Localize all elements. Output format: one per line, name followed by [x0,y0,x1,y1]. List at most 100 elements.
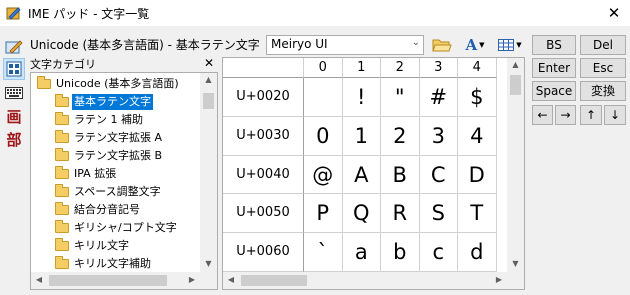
character-cell[interactable]: b [381,233,420,272]
scroll-right-arrow-icon[interactable]: ▶ [186,275,198,284]
character-cell[interactable]: A [342,155,381,195]
scroll-left-arrow-icon[interactable]: ◀ [225,275,237,284]
category-item[interactable]: 基本ラテン文字 [31,94,199,110]
character-cell[interactable]: $ [458,78,497,117]
character-grid: 0 1 2 3 4 U+0020! " # $ U+0030 0 1 2 3 4 U+0040 @ A B C D U+0… [222,57,525,290]
soft-keyboard-tool-button[interactable] [3,82,25,104]
charset-label: Unicode (基本多言語面) - 基本ラテン文字 [30,38,260,52]
handwriting-tool-button[interactable] [3,36,25,58]
category-vertical-scrollbar[interactable]: ▲ ▼ [200,73,217,272]
folder-icon [55,238,69,251]
category-item[interactable]: スペース調整文字 [31,184,199,200]
char-list-tool-button[interactable] [3,58,25,80]
font-select[interactable]: Meiryo UI ⌄ [266,35,424,55]
title-bar: IME パッド - 文字一覧 ✕ [0,0,630,26]
category-item[interactable]: 結合分音記号 [31,202,199,218]
scroll-down-arrow-icon[interactable]: ▼ [507,259,524,268]
view-options-button[interactable]: ▼ [495,35,525,55]
character-cell[interactable]: d [458,233,497,272]
character-cell[interactable]: C [419,155,458,195]
backspace-button[interactable]: BS [532,35,576,55]
scroll-thumb[interactable] [510,75,521,95]
character-cell[interactable]: R [381,194,420,234]
left-arrow-button[interactable]: ← [532,105,553,125]
category-item-label: キリル文字補助 [74,257,151,270]
radical-tool-button[interactable]: 部 [3,128,25,150]
stroke-count-tool-icon: 画 [6,107,22,126]
character-cell[interactable]: c [419,233,458,272]
character-cell[interactable]: T [458,194,497,234]
category-item-label: Unicode (基本多言語面) [56,77,179,90]
scroll-up-arrow-icon[interactable]: ▲ [200,75,217,84]
category-item[interactable]: Unicode (基本多言語面) [31,76,199,92]
down-arrow-button[interactable]: ↓ [604,105,626,125]
category-item-label: 結合分音記号 [74,203,140,216]
convert-button[interactable]: 変換 [580,81,626,101]
up-arrow-button[interactable]: ↑ [580,105,602,125]
folder-icon [55,148,69,161]
grid-corner [223,58,304,78]
scroll-thumb[interactable] [49,275,167,286]
folder-icon [55,130,69,143]
category-item[interactable]: IPA 拡張 [31,166,199,182]
category-close-button[interactable]: ✕ [203,56,215,71]
open-folder-button[interactable] [428,35,456,55]
character-cell[interactable]: Q [342,194,381,234]
chevron-down-icon: ▼ [516,41,522,49]
window-title: IME パッド - 文字一覧 [28,7,150,21]
category-horizontal-scrollbar[interactable]: ◀ ▶ [31,272,217,289]
character-cell[interactable]: D [458,155,497,195]
category-item-label: ラテン文字拡張 A [74,131,163,144]
category-item[interactable]: ラテン文字拡張 A [31,130,199,146]
grid-vertical-scrollbar[interactable]: ▲ ▼ [507,58,524,272]
character-cell[interactable]: 4 [458,116,497,156]
radical-tool-icon: 部 [6,130,22,149]
character-cell[interactable]: @ [304,155,343,195]
category-tree[interactable]: Unicode (基本多言語面) 基本ラテン文字ラテン 1 補助ラテン文字拡張 A… [30,72,218,290]
category-item-label: ラテン 1 補助 [74,113,143,126]
row-header: U+0050 [223,194,304,234]
space-button[interactable]: Space [532,81,576,101]
character-cell[interactable]: P [304,194,343,234]
row-header: U+0020 [223,78,304,117]
escape-button[interactable]: Esc [580,58,626,78]
character-cell[interactable]: 1 [342,116,381,156]
char-list-tool-icon [6,61,22,77]
scroll-thumb[interactable] [241,275,307,286]
font-size-button[interactable]: A ▼ [460,35,490,55]
folder-icon [55,112,69,125]
character-cell[interactable]: " [381,78,420,117]
enter-button[interactable]: Enter [532,58,576,78]
category-item-label: ギリシャ/コプト文字 [74,221,177,234]
close-window-button[interactable]: ✕ [598,0,630,26]
character-cell[interactable] [304,78,343,117]
grid-horizontal-scrollbar[interactable]: ◀ ▶ [223,272,524,289]
character-cell[interactable]: 3 [419,116,458,156]
character-cell[interactable]: a [342,233,381,272]
scroll-up-arrow-icon[interactable]: ▲ [507,60,524,69]
category-item[interactable]: キリル文字 [31,238,199,254]
category-item[interactable]: ラテン 1 補助 [31,112,199,128]
category-item[interactable]: キリル文字補助 [31,256,199,272]
character-cell[interactable]: ` [304,233,343,272]
row-header: U+0060 [223,233,304,272]
delete-button[interactable]: Del [580,35,626,55]
scroll-left-arrow-icon[interactable]: ◀ [33,275,45,284]
column-header: 1 [342,58,381,78]
chevron-down-icon: ▼ [479,41,485,49]
scroll-down-arrow-icon[interactable]: ▼ [200,259,217,268]
folder-icon [55,220,69,233]
character-cell[interactable]: 0 [304,116,343,156]
category-item[interactable]: ラテン文字拡張 B [31,148,199,164]
scroll-thumb[interactable] [203,93,214,109]
right-arrow-button[interactable]: → [555,105,576,125]
character-cell[interactable]: 2 [381,116,420,156]
character-cell[interactable]: # [419,78,458,117]
category-item[interactable]: ギリシャ/コプト文字 [31,220,199,236]
character-cell[interactable]: ! [342,78,381,117]
scroll-right-arrow-icon[interactable]: ▶ [493,275,505,284]
character-cell[interactable]: B [381,155,420,195]
handwriting-tool-icon [5,40,23,54]
character-cell[interactable]: S [419,194,458,234]
stroke-count-tool-button[interactable]: 画 [3,105,25,127]
